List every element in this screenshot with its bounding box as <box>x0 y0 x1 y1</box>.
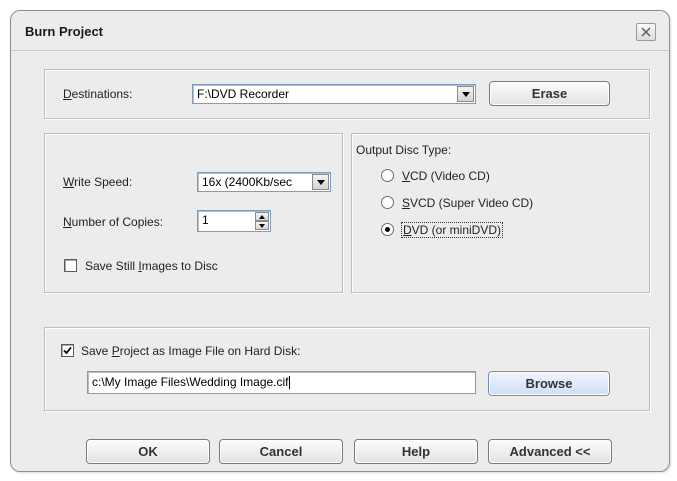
save-project-group <box>44 327 650 411</box>
radio-dvd[interactable] <box>381 223 394 236</box>
radio-svcd-label: SVCD (Super Video CD) <box>402 196 534 210</box>
copies-value: 1 <box>202 213 209 227</box>
destinations-dropdown-arrow[interactable] <box>457 86 474 102</box>
save-project-label: Save Project as Image File on Hard Disk: <box>81 344 301 358</box>
ok-button[interactable]: OK <box>86 439 210 464</box>
write-speed-dropdown[interactable]: 16x (2400Kb/sec <box>197 172 331 192</box>
close-icon <box>641 27 651 37</box>
burn-project-dialog: Burn Project Destinations: F:\DVD Record… <box>10 10 670 472</box>
save-project-checkbox[interactable] <box>61 344 74 357</box>
copies-decrement-button[interactable] <box>255 221 269 230</box>
image-file-path-input[interactable]: c:\My Image Files\Wedding Image.cif <box>87 371 476 394</box>
help-button[interactable]: Help <box>354 439 478 464</box>
write-speed-dropdown-arrow[interactable] <box>312 174 329 190</box>
chevron-down-icon <box>461 91 470 97</box>
cancel-button[interactable]: Cancel <box>219 439 343 464</box>
chevron-up-icon <box>259 214 265 219</box>
output-disc-type-label: Output Disc Type: <box>356 143 452 157</box>
write-speed-label: Write Speed: <box>63 175 133 189</box>
destinations-value: F:\DVD Recorder <box>197 87 290 101</box>
checkmark-icon <box>63 346 72 355</box>
advanced-button[interactable]: Advanced << <box>488 439 612 464</box>
copies-increment-button[interactable] <box>255 212 269 221</box>
copies-label: Number of Copies: <box>63 215 164 229</box>
close-button[interactable] <box>636 23 656 41</box>
chevron-down-icon <box>316 179 325 185</box>
radio-vcd-label: VCD (Video CD) <box>402 169 490 183</box>
dialog-title: Burn Project <box>25 24 104 39</box>
browse-button[interactable]: Browse <box>488 371 610 396</box>
output-disc-type-group <box>351 133 650 293</box>
save-still-images-label: Save Still Images to Disc <box>85 259 218 273</box>
image-file-path-value: c:\My Image Files\Wedding Image.cif <box>92 375 289 389</box>
text-cursor <box>288 376 290 390</box>
copies-spinner <box>255 212 269 230</box>
erase-button[interactable]: Erase <box>489 81 610 106</box>
radio-selected-dot <box>385 227 390 232</box>
write-speed-value: 16x (2400Kb/sec <box>202 175 293 189</box>
destinations-dropdown[interactable]: F:\DVD Recorder <box>192 84 476 104</box>
title-bar: Burn Project <box>11 11 669 51</box>
save-still-images-checkbox[interactable] <box>64 259 77 272</box>
radio-vcd[interactable] <box>381 169 394 182</box>
destinations-label: Destinations: <box>63 87 133 101</box>
radio-svcd[interactable] <box>381 196 394 209</box>
radio-dvd-label: DVD (or miniDVD) <box>401 222 504 238</box>
copies-stepper[interactable]: 1 <box>197 210 271 232</box>
chevron-down-icon <box>259 223 265 228</box>
